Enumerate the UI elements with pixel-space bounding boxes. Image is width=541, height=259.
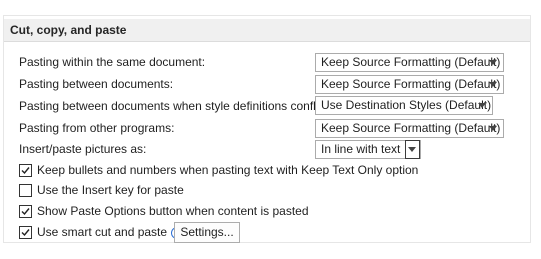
checkmark-icon [21, 167, 30, 175]
checkbox-smart-cut-paste[interactable] [19, 226, 32, 239]
settings-button[interactable]: Settings... [174, 222, 240, 243]
dropdown-value: In line with text [321, 142, 401, 156]
dropdown-value: Use Destination Styles (Default) [321, 98, 492, 112]
dropdown-value: Keep Source Formatting (Default) [321, 121, 501, 135]
dropdown-pasting-from-other-programs[interactable]: Keep Source Formatting (Default) [315, 119, 504, 138]
checkbox-label-use-insert-key: Use the Insert key for paste [37, 183, 184, 197]
dropdown-insert-paste-pictures[interactable]: In line with text [315, 140, 421, 159]
checkbox-show-paste-options[interactable] [19, 205, 32, 218]
checkbox-label-smart-cut-paste: Use smart cut and pastei [37, 222, 184, 242]
label-pasting-between-documents: Pasting between documents: [19, 77, 174, 91]
chevron-down-icon [489, 126, 497, 131]
dropdown-value: Keep Source Formatting (Default) [321, 77, 501, 91]
chevron-down-icon [408, 147, 416, 152]
checkbox-label-keep-bullets: Keep bullets and numbers when pasting te… [37, 163, 419, 177]
section-header: Cut, copy, and paste [4, 19, 530, 42]
dropdown-toggle-button[interactable] [405, 140, 420, 159]
dropdown-value: Keep Source Formatting (Default) [321, 55, 501, 69]
checkmark-icon [21, 229, 30, 237]
label-pasting-within-same-document: Pasting within the same document: [19, 55, 206, 69]
chevron-down-icon [489, 82, 497, 87]
label-insert-paste-pictures: Insert/paste pictures as: [19, 142, 147, 156]
chevron-down-icon [489, 60, 497, 65]
label-pasting-from-other-programs: Pasting from other programs: [19, 121, 175, 135]
smart-cut-paste-text: Use smart cut and paste [37, 225, 168, 239]
dropdown-pasting-between-documents[interactable]: Keep Source Formatting (Default) [315, 75, 504, 94]
dropdown-pasting-within-same-document[interactable]: Keep Source Formatting (Default) [315, 53, 504, 72]
checkbox-keep-bullets[interactable] [19, 164, 32, 177]
checkbox-label-show-paste-options: Show Paste Options button when content i… [37, 204, 309, 218]
dropdown-pasting-style-conflict[interactable]: Use Destination Styles (Default) [315, 96, 493, 115]
label-pasting-style-conflict: Pasting between documents when style def… [19, 99, 332, 113]
chevron-down-icon [478, 103, 486, 108]
checkmark-icon [21, 208, 30, 216]
checkbox-use-insert-key[interactable] [19, 184, 32, 197]
